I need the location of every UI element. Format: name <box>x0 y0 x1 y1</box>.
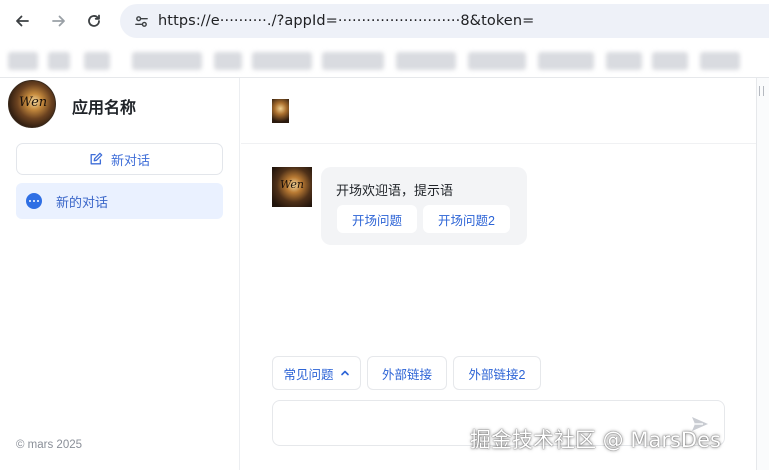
welcome-text: 开场欢迎语，提示语 <box>336 183 454 198</box>
watermark: 掘金技术社区 @ MarsDes <box>470 428 721 452</box>
faq-label: 常见问题 <box>283 367 334 382</box>
copyright: © mars 2025 <box>16 439 83 451</box>
chevron-up-icon <box>340 370 349 376</box>
suggested-question-2[interactable]: 开场问题2 <box>423 205 510 233</box>
site-settings-icon[interactable] <box>130 10 152 32</box>
conversation-item[interactable]: 新的对话 <box>16 183 223 219</box>
edit-icon <box>90 152 103 165</box>
back-icon[interactable] <box>10 9 34 33</box>
header-divider <box>241 143 756 144</box>
url-text: https://e··········./?appId=············… <box>158 13 535 29</box>
browser-toolbar: https://e··········./?appId=············… <box>0 0 769 44</box>
new-chat-button[interactable]: 新对话 <box>16 143 223 175</box>
address-bar[interactable]: https://e··········./?appId=············… <box>120 4 769 38</box>
scrollbar[interactable] <box>756 78 769 470</box>
sidebar: Wen 应用名称 新对话 新的对话 © mars 2025 <box>0 78 240 470</box>
forward-icon[interactable] <box>47 9 71 33</box>
chat-main: Wen 开场欢迎语，提示语 开场问题 开场问题2 常见问题 外部链接 外部链接2 <box>241 78 756 470</box>
chat-bubble-icon <box>26 193 42 209</box>
conversation-label: 新的对话 <box>56 194 109 210</box>
app-name: 应用名称 <box>72 100 137 117</box>
bot-avatar: Wen <box>272 167 312 207</box>
external-link-button-2[interactable]: 外部链接2 <box>453 356 541 390</box>
app-logo: Wen <box>8 80 56 128</box>
header-logo <box>272 99 289 123</box>
faq-button[interactable]: 常见问题 <box>272 356 361 390</box>
external-link-button-1[interactable]: 外部链接 <box>367 356 447 390</box>
bookmarks-bar <box>0 44 769 78</box>
reload-icon[interactable] <box>82 9 106 33</box>
avatar-script: Wen <box>279 178 304 191</box>
welcome-message: 开场欢迎语，提示语 开场问题 开场问题2 <box>321 167 527 245</box>
logo-script: Wen <box>18 95 48 110</box>
suggested-question-1[interactable]: 开场问题 <box>337 205 417 233</box>
new-chat-label: 新对话 <box>110 152 150 168</box>
quick-actions: 常见问题 外部链接 外部链接2 <box>272 356 547 390</box>
